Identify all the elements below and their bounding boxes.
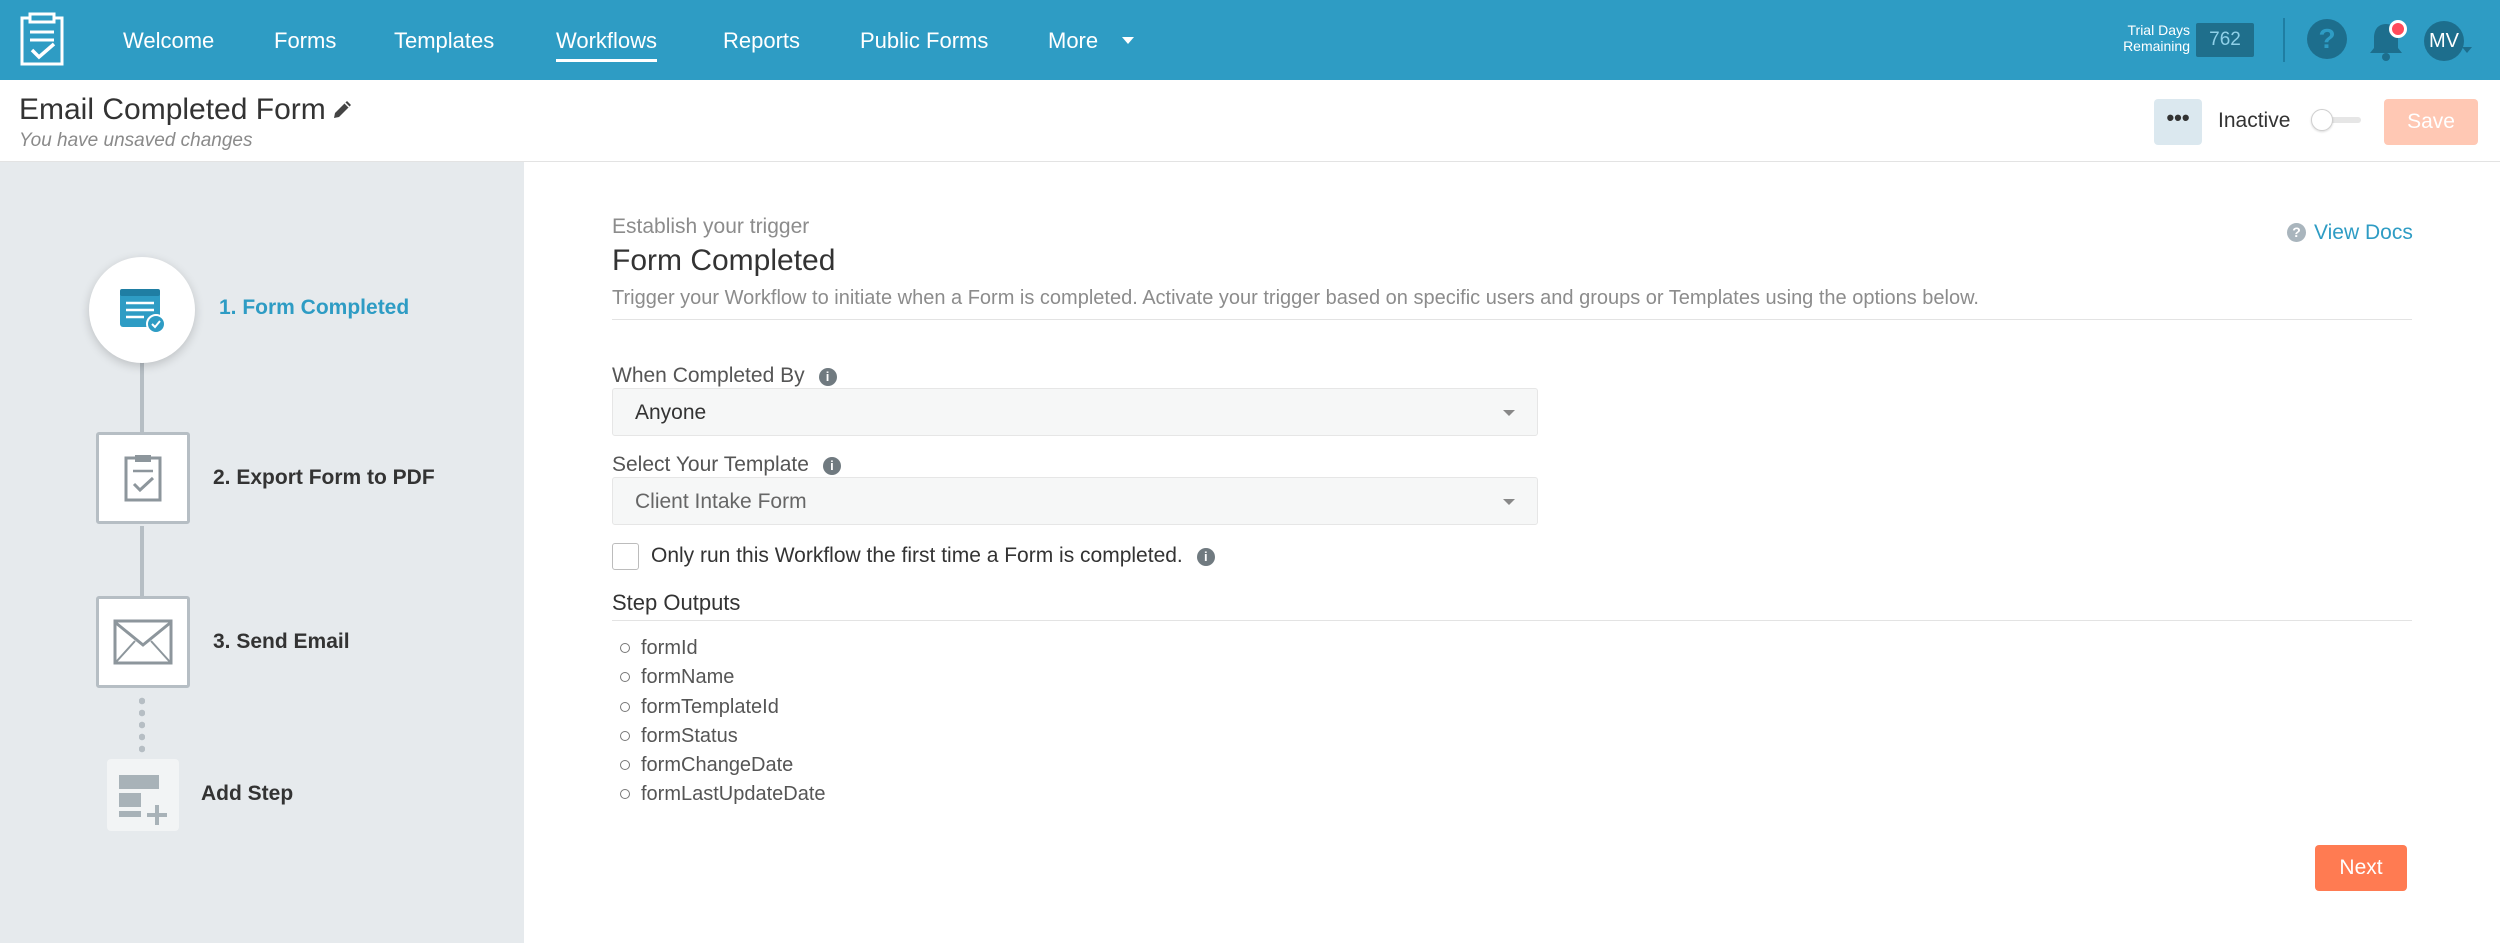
active-toggle[interactable] <box>2311 108 2363 132</box>
pdf-export-icon <box>124 455 162 502</box>
list-item: formName <box>612 664 826 693</box>
completed-by-select[interactable]: Anyone <box>612 388 1538 436</box>
nav-welcome[interactable]: Welcome <box>123 0 214 80</box>
pencil-edit-icon[interactable] <box>331 97 355 121</box>
list-item: formChangeDate <box>612 752 826 781</box>
nav-more[interactable]: More <box>1048 0 1098 80</box>
workflow-header: Email Completed Form You have unsaved ch… <box>0 80 2500 162</box>
next-button[interactable]: Next <box>2315 845 2407 891</box>
template-select[interactable]: Client Intake Form <box>612 477 1538 525</box>
section-eyebrow: Establish your trigger <box>612 215 810 238</box>
info-icon[interactable]: i <box>1196 548 1215 566</box>
completed-by-label: When Completed By i <box>612 364 837 388</box>
app-logo-icon[interactable] <box>20 12 66 66</box>
template-label: Select Your Template i <box>612 453 841 477</box>
add-step-icon[interactable] <box>107 759 179 831</box>
completed-by-value: Anyone <box>635 401 707 424</box>
divider <box>612 620 2412 621</box>
status-label: Inactive <box>2218 109 2291 132</box>
list-item: formTemplateId <box>612 694 826 723</box>
nav-reports[interactable]: Reports <box>723 0 800 80</box>
more-options-button[interactable]: ••• <box>2154 99 2202 145</box>
question-circle-icon: ? <box>2287 223 2306 242</box>
avatar[interactable]: MV <box>2424 21 2464 61</box>
chevron-down-icon <box>1503 499 1515 505</box>
nav-workflows[interactable]: Workflows <box>556 0 658 80</box>
info-icon[interactable]: i <box>822 457 841 475</box>
view-docs-link[interactable]: ? View Docs <box>2287 221 2413 245</box>
template-value: Client Intake Form <box>635 490 807 513</box>
notification-badge <box>2389 20 2407 38</box>
chevron-down-icon <box>1503 410 1515 416</box>
top-nav-bar: Welcome Forms Templates Workflows Report… <box>0 0 2500 80</box>
trial-days-label: Trial Days Remaining <box>2100 22 2190 54</box>
list-item: formLastUpdateDate <box>612 781 826 810</box>
first-time-label-text[interactable]: Only run this Workflow the first time a … <box>651 544 1183 567</box>
add-step-label[interactable]: Add Step <box>201 782 293 806</box>
completed-by-label-text: When Completed By <box>612 364 805 387</box>
step-1-node[interactable] <box>89 257 195 363</box>
page-title: Email Completed Form <box>19 93 326 126</box>
list-item: formId <box>612 635 826 664</box>
steps-sidebar <box>0 162 524 943</box>
step-connector <box>140 526 144 598</box>
avatar-chevron-down-icon[interactable] <box>2462 47 2472 53</box>
template-label-text: Select Your Template <box>612 453 809 476</box>
form-completed-icon <box>120 289 166 334</box>
trial-label-line2: Remaining <box>2123 38 2190 54</box>
nav-divider <box>2283 18 2285 62</box>
toggle-knob[interactable] <box>2311 109 2333 131</box>
nav-templates[interactable]: Templates <box>394 0 494 80</box>
divider <box>612 319 2412 320</box>
step-2-label[interactable]: 2. Export Form to PDF <box>213 466 435 490</box>
first-time-checkbox[interactable] <box>612 543 639 570</box>
help-icon[interactable]: ? <box>2307 19 2347 59</box>
step-3-label[interactable]: 3. Send Email <box>213 630 350 654</box>
step-1-label[interactable]: 1. Form Completed <box>219 296 409 320</box>
nav-public-forms[interactable]: Public Forms <box>860 0 988 80</box>
chevron-down-icon[interactable] <box>1122 37 1134 44</box>
step-2-node[interactable] <box>96 432 190 524</box>
step-3-node[interactable] <box>96 596 190 688</box>
first-time-label[interactable]: Only run this Workflow the first time a … <box>651 544 1215 568</box>
add-step-graphic <box>119 775 167 825</box>
step-connector <box>140 362 144 434</box>
list-item: formStatus <box>612 723 826 752</box>
trial-label-line1: Trial Days <box>2127 22 2191 38</box>
view-docs-label[interactable]: View Docs <box>2314 221 2413 244</box>
save-button[interactable]: Save <box>2384 99 2478 145</box>
step-outputs-title: Step Outputs <box>612 590 741 615</box>
step-outputs-list: formId formName formTemplateId formStatu… <box>612 635 826 811</box>
envelope-icon <box>113 619 173 665</box>
trial-days-count[interactable]: 762 <box>2196 23 2254 57</box>
info-icon[interactable]: i <box>818 368 837 386</box>
unsaved-changes-note: You have unsaved changes <box>19 130 253 151</box>
nav-forms[interactable]: Forms <box>274 0 336 80</box>
trigger-description: Trigger your Workflow to initiate when a… <box>612 287 1979 309</box>
step-connector-dotted <box>139 695 145 755</box>
trigger-title: Form Completed <box>612 244 836 277</box>
